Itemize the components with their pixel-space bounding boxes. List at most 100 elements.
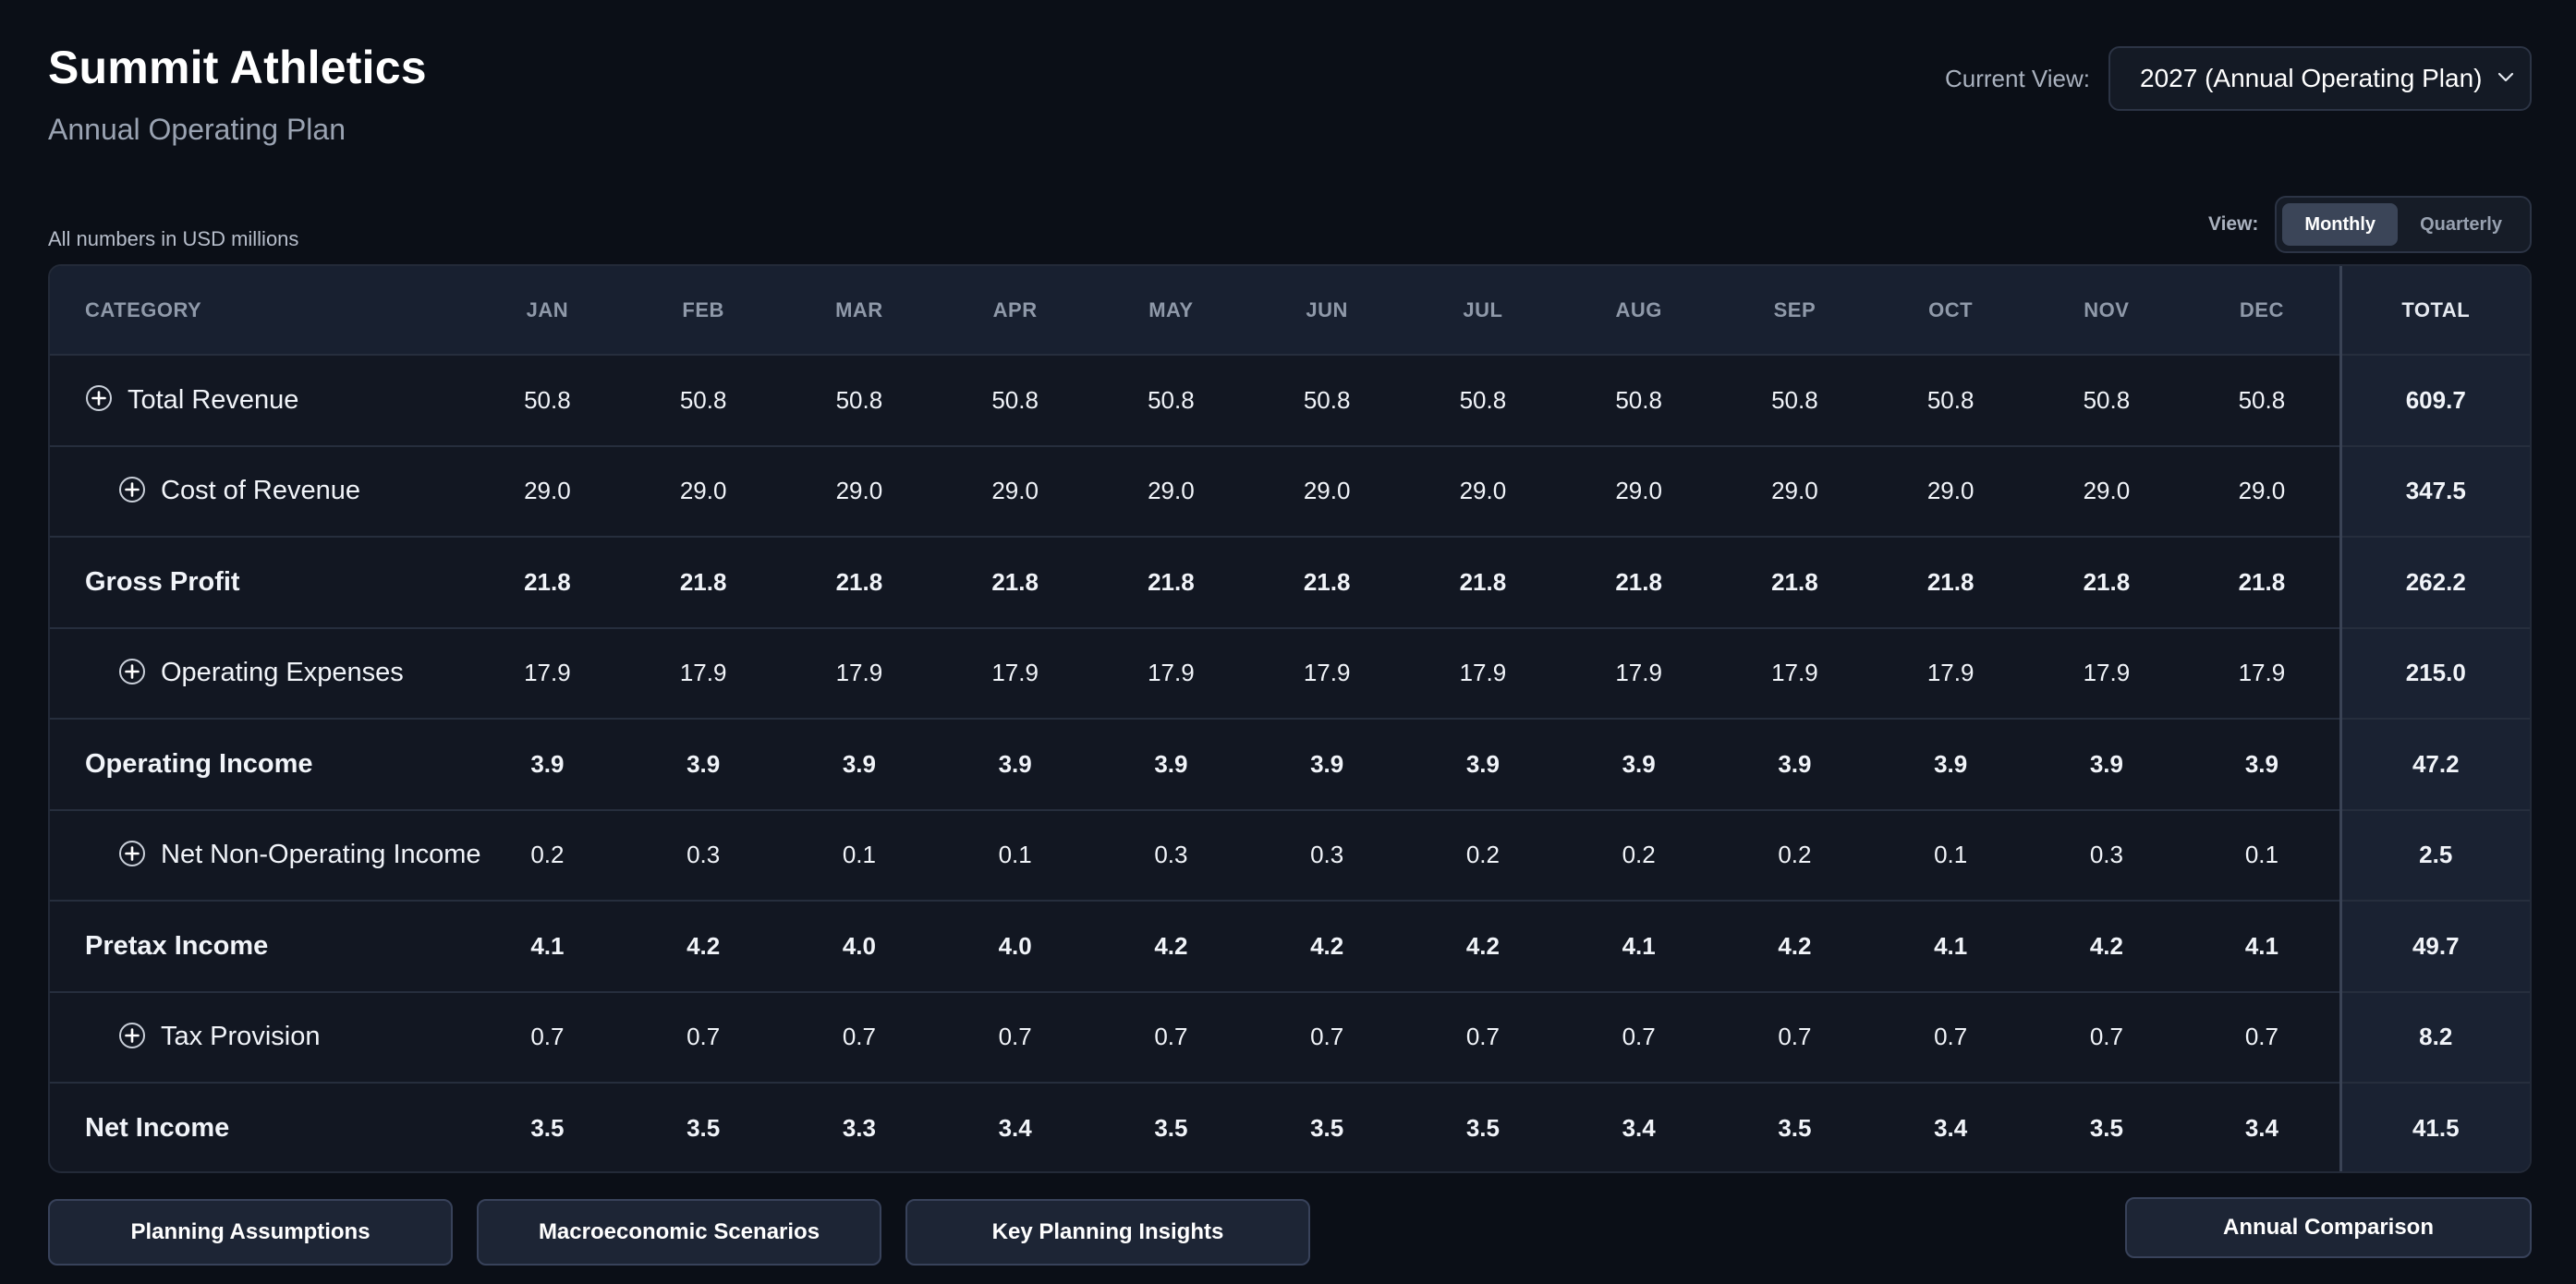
month-value-cell: 0.1 — [937, 808, 1094, 901]
month-value-cell: 21.8 — [2184, 536, 2341, 628]
month-value-cell: 29.0 — [1872, 444, 2029, 537]
month-value-cell: 0.7 — [1561, 990, 1718, 1083]
column-header-month: NOV — [2028, 266, 2185, 356]
macroeconomic-scenarios-button[interactable]: Macroeconomic Scenarios — [477, 1199, 881, 1266]
current-view-select[interactable]: 2027 (Annual Operating Plan) — [2108, 46, 2532, 111]
month-value-cell: 0.1 — [2184, 808, 2341, 901]
month-value-cell: 4.1 — [1872, 900, 2029, 992]
row-label: Cost of Revenue — [161, 476, 361, 506]
month-value-cell: 0.7 — [1717, 990, 1873, 1083]
column-header-month: SEP — [1717, 266, 1873, 356]
month-value-cell: 0.1 — [781, 808, 938, 901]
column-header-month: AUG — [1561, 266, 1718, 356]
month-value-cell: 29.0 — [1248, 444, 1405, 537]
row-label: Pretax Income — [85, 930, 269, 961]
row-label: Operating Expenses — [161, 658, 404, 688]
month-value-cell: 4.0 — [781, 900, 938, 992]
total-value-cell: 8.2 — [2339, 990, 2530, 1083]
column-header-month: JAN — [469, 266, 626, 356]
month-value-cell: 17.9 — [1404, 626, 1561, 719]
month-value-cell: 29.0 — [781, 444, 938, 537]
table-row: Total Revenue 50.8 50.8 50.8 50.8 50.8 50.8 50.… — [50, 355, 2530, 446]
month-value-cell: 3.3 — [781, 1082, 938, 1171]
month-value-cell: 29.0 — [469, 444, 626, 537]
total-value-cell: 49.7 — [2339, 900, 2530, 992]
month-value-cell: 3.4 — [2184, 1082, 2341, 1171]
expand-plus-icon[interactable] — [118, 1022, 146, 1049]
month-value-cell: 17.9 — [469, 626, 626, 719]
expand-plus-icon[interactable] — [118, 658, 146, 685]
chevron-down-icon — [2497, 72, 2514, 82]
table-body: Total Revenue 50.8 50.8 50.8 50.8 50.8 50.8 50.… — [50, 355, 2530, 1171]
row-category-cell: Operating Income — [50, 718, 470, 810]
column-header-month: JUN — [1248, 266, 1405, 356]
month-value-cell: 0.7 — [2028, 990, 2185, 1083]
month-value-cell: 3.5 — [1248, 1082, 1405, 1171]
month-value-cell: 29.0 — [1717, 444, 1873, 537]
month-value-cell: 4.0 — [937, 900, 1094, 992]
month-value-cell: 50.8 — [1303, 385, 1351, 414]
planning-assumptions-button[interactable]: Planning Assumptions — [48, 1199, 453, 1266]
month-value-cell: 4.2 — [1248, 900, 1405, 992]
expand-plus-icon[interactable] — [85, 384, 113, 412]
month-value-cell: 29.0 — [2028, 444, 2185, 537]
month-value-cell: 29.0 — [1561, 444, 1718, 537]
month-value-cell: 0.7 — [1872, 990, 2029, 1083]
month-value-cell: 29.0 — [1093, 444, 1249, 537]
toggle-quarterly[interactable]: Quarterly — [2398, 203, 2524, 246]
column-header-category: CATEGORY — [50, 266, 470, 356]
total-value-cell: 347.5 — [2339, 444, 2530, 537]
month-value-cell: 4.1 — [469, 900, 626, 992]
annual-comparison-button[interactable]: Annual Comparison — [2125, 1197, 2532, 1258]
month-value-cell: 0.3 — [625, 808, 782, 901]
month-value-cell: 0.3 — [1248, 808, 1405, 901]
row-category-cell: Net Income — [50, 1082, 470, 1171]
month-value-cell: 50.8 — [1926, 385, 1975, 414]
month-value-cell: 4.1 — [1561, 900, 1718, 992]
expand-plus-icon[interactable] — [118, 840, 146, 867]
row-label: Total Revenue — [128, 384, 299, 415]
column-header-month: OCT — [1872, 266, 2029, 356]
month-value-cell: 0.7 — [1248, 990, 1405, 1083]
month-value-cell: 0.7 — [1093, 990, 1249, 1083]
row-category-cell: Pretax Income — [50, 900, 470, 992]
total-value-cell: 262.2 — [2339, 536, 2530, 628]
month-value-cell: 0.3 — [1093, 808, 1249, 901]
month-value-cell: 0.7 — [781, 990, 938, 1083]
month-value-cell: 3.4 — [1561, 1082, 1718, 1171]
row-label: Net Income — [85, 1113, 230, 1144]
month-value-cell: 4.2 — [1404, 900, 1561, 992]
month-value-cell: 50.8 — [679, 385, 727, 414]
month-value-cell: 3.9 — [1248, 718, 1405, 810]
month-value-cell: 17.9 — [781, 626, 938, 719]
month-value-cell: 29.0 — [2184, 444, 2341, 537]
month-value-cell: 29.0 — [625, 444, 782, 537]
table-row: Pretax Income 4.1 4.2 4.0 4.0 4.2 4.2 4.2 4.1 4.2… — [50, 900, 2530, 992]
month-value-cell: 3.9 — [625, 718, 782, 810]
month-value-cell: 0.7 — [2184, 990, 2341, 1083]
total-value-cell: 41.5 — [2339, 1082, 2530, 1171]
month-value-cell: 29.0 — [937, 444, 1094, 537]
month-value-cell: 3.5 — [469, 1082, 626, 1171]
row-label: Tax Provision — [161, 1022, 321, 1052]
key-planning-insights-button[interactable]: Key Planning Insights — [905, 1199, 1310, 1266]
table-row: Cost of Revenue 29.0 29.0 29.0 29.0 29.0 29.0 2… — [50, 444, 2530, 537]
month-value-cell: 21.8 — [1248, 536, 1405, 628]
month-value-cell: 21.8 — [1872, 536, 2029, 628]
month-value-cell: 29.0 — [1404, 444, 1561, 537]
current-view-label: Current View: — [1944, 64, 2090, 92]
month-value-cell: 21.8 — [469, 536, 626, 628]
row-category-cell: Gross Profit — [50, 536, 470, 628]
row-label: Gross Profit — [85, 566, 240, 597]
month-value-cell: 0.7 — [1404, 990, 1561, 1083]
month-value-cell: 3.9 — [469, 718, 626, 810]
toggle-monthly[interactable]: Monthly — [2282, 203, 2399, 246]
month-value-cell: 21.8 — [1561, 536, 1718, 628]
month-value-cell: 3.9 — [781, 718, 938, 810]
month-value-cell: 3.9 — [1872, 718, 2029, 810]
expand-plus-icon[interactable] — [118, 476, 146, 503]
month-value-cell: 50.8 — [1148, 385, 1195, 414]
month-value-cell: 17.9 — [1561, 626, 1718, 719]
month-value-cell: 0.7 — [937, 990, 1094, 1083]
month-value-cell: 50.8 — [1615, 385, 1662, 414]
